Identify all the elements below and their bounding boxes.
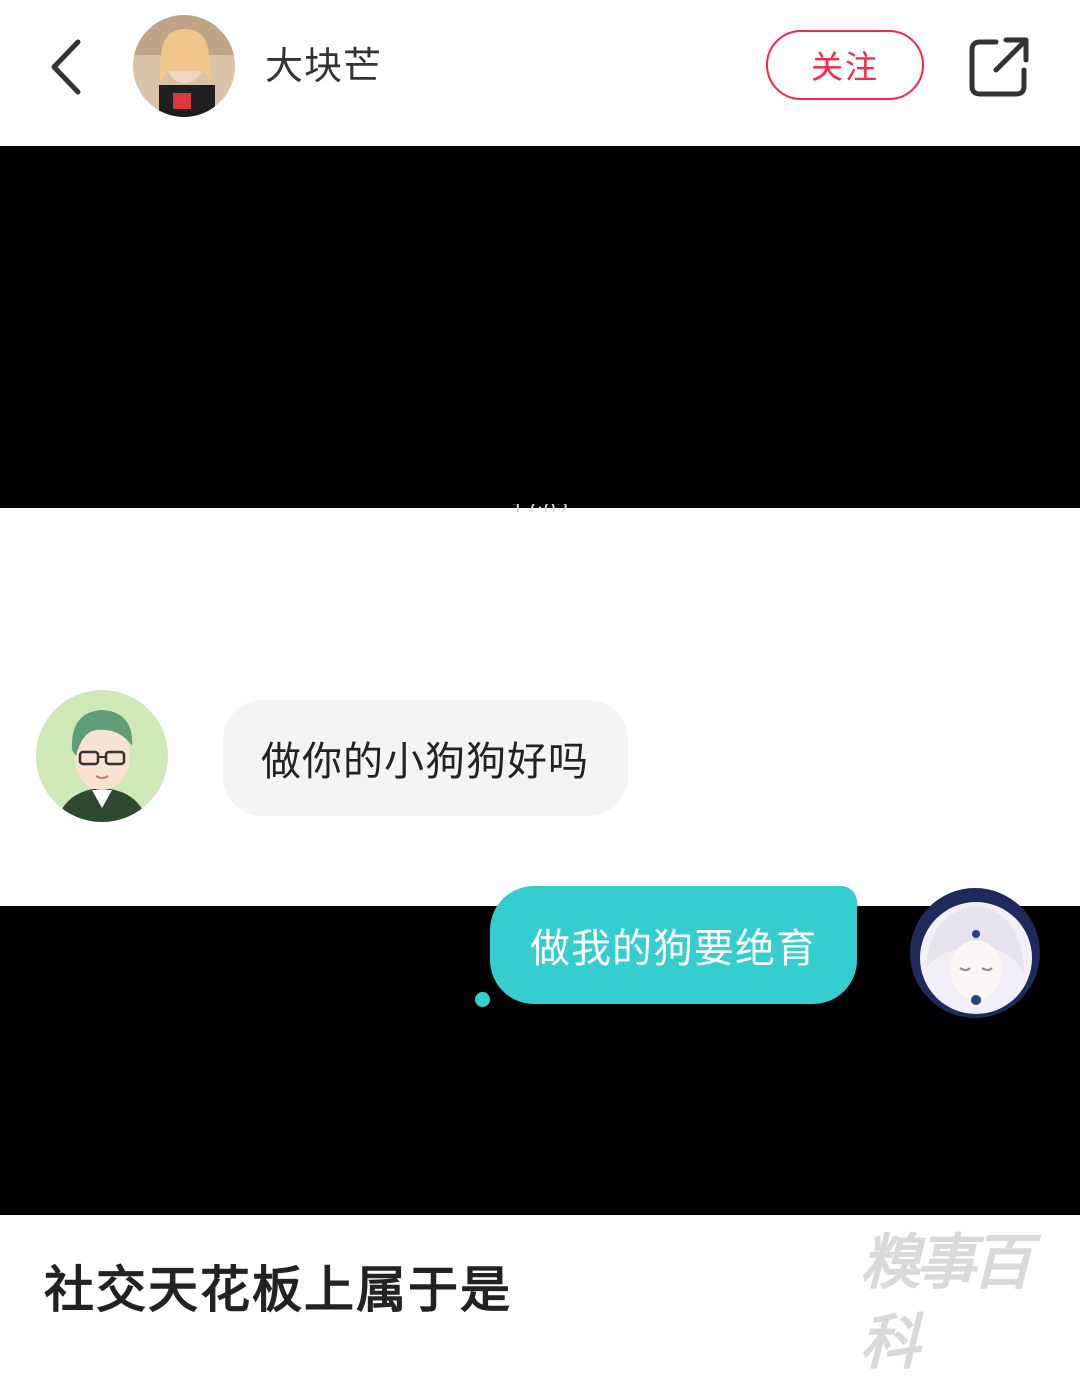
send-status-dot	[475, 992, 490, 1007]
author-name[interactable]: 大块芒	[265, 38, 382, 94]
back-button[interactable]	[40, 32, 96, 102]
top-bar: 大块芒 关注	[0, 0, 1080, 146]
video-player[interactable]: 17:02 做你的小狗狗好吗 做我的狗要绝育	[0, 146, 1080, 1215]
follow-button[interactable]: 关注	[766, 30, 924, 100]
chat-screenshot: 17:02 做你的小狗狗好吗 做我的狗要绝育	[0, 504, 1080, 1018]
post-caption: 社交天花板上属于是	[44, 1261, 512, 1319]
post-footer: 社交天花板上属于是 糗事百科	[0, 1215, 1080, 1378]
share-icon	[969, 37, 1029, 97]
message-bubble-received: 做你的小狗狗好吗	[223, 700, 628, 816]
watermark-logo: 糗事百科	[860, 1228, 1032, 1378]
receiver-avatar	[910, 888, 1040, 1018]
chat-timestamp: 17:02	[0, 504, 1080, 512]
author-avatar[interactable]	[133, 15, 235, 117]
share-button[interactable]	[966, 34, 1032, 100]
sender-avatar	[36, 690, 168, 822]
message-bubble-sent: 做我的狗要绝育	[490, 886, 857, 1004]
back-icon	[51, 39, 81, 95]
